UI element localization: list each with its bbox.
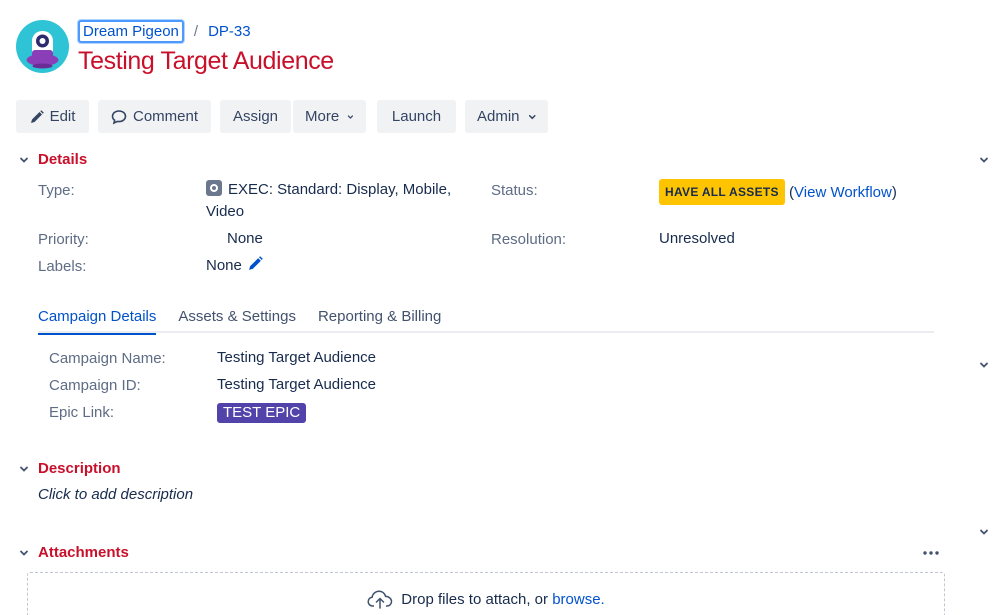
attachments-section-title: Attachments: [38, 544, 129, 561]
cloud-upload-icon: [367, 590, 393, 609]
labels-value[interactable]: None: [206, 255, 263, 277]
tab-reporting-billing[interactable]: Reporting & Billing: [318, 304, 441, 333]
comment-button[interactable]: Comment: [98, 100, 211, 133]
admin-button-label: Admin: [477, 108, 520, 125]
launch-button[interactable]: Launch: [377, 100, 456, 133]
epic-link-lozenge[interactable]: TEST EPIC: [217, 403, 307, 423]
breadcrumb-separator: /: [193, 23, 199, 40]
chevron-down-icon: [528, 114, 536, 119]
campaign-name-label: Campaign Name:: [49, 350, 166, 367]
view-workflow-link[interactable]: View Workflow: [794, 184, 892, 201]
type-value: EXEC: Standard: Display, Mobile, Video: [206, 179, 476, 223]
edit-pencil-icon[interactable]: [248, 256, 263, 271]
pigeon-avatar-icon: [16, 20, 69, 73]
epic-link-value: TEST EPIC: [217, 402, 307, 424]
dropzone-period: .: [600, 590, 605, 608]
edit-button[interactable]: Edit: [16, 100, 89, 133]
campaign-tabs: Campaign Details Assets & Settings Repor…: [38, 304, 934, 335]
tab-assets-settings[interactable]: Assets & Settings: [178, 304, 296, 333]
launch-button-label: Launch: [391, 108, 442, 125]
admin-button[interactable]: Admin: [465, 100, 548, 133]
priority-label: Priority:: [38, 231, 89, 248]
browse-link[interactable]: browse: [552, 591, 600, 608]
description-section-header[interactable]: Description: [16, 460, 121, 477]
attachment-dropzone[interactable]: Drop files to attach, or browse.: [27, 572, 945, 615]
campaign-id-label: Campaign ID:: [49, 377, 141, 394]
more-options-icon[interactable]: [922, 544, 940, 562]
details-section-header[interactable]: Details: [16, 151, 87, 168]
collapse-chevron-icon[interactable]: [16, 461, 32, 477]
dropzone-text: Drop files to attach, or: [401, 590, 553, 608]
labels-label: Labels:: [38, 258, 87, 275]
details-section-title: Details: [38, 151, 88, 168]
collapse-chevron-icon[interactable]: [16, 545, 32, 561]
collapse-chevron-icon[interactable]: [16, 152, 32, 168]
attachments-section-header[interactable]: Attachments: [16, 544, 129, 561]
status-label: Status:: [491, 182, 538, 199]
assign-button[interactable]: Assign: [220, 100, 291, 133]
status-value: HAVE ALL ASSETS (View Workflow): [659, 179, 897, 205]
breadcrumb-project-link[interactable]: Dream Pigeon: [78, 20, 184, 43]
details-options-chevron-icon[interactable]: [976, 152, 992, 168]
issue-type-icon: [206, 180, 222, 196]
more-button[interactable]: More: [293, 100, 366, 133]
resolution-value: Unresolved: [659, 230, 735, 247]
breadcrumb-issue-key-link[interactable]: DP-33: [208, 23, 251, 40]
comment-button-label: Comment: [132, 108, 199, 125]
issue-title[interactable]: Testing Target Audience: [78, 47, 334, 76]
campaign-name-value: Testing Target Audience: [217, 349, 377, 366]
more-button-label: More: [305, 108, 340, 125]
assign-button-label: Assign: [232, 108, 279, 125]
priority-value-text: None: [227, 230, 263, 247]
type-value-line1: EXEC: Standard: Display, Mobile,: [228, 181, 452, 198]
tab-campaign-details[interactable]: Campaign Details: [38, 304, 157, 335]
description-placeholder[interactable]: Click to add description: [38, 486, 193, 503]
comment-icon: [111, 109, 127, 124]
issue-toolbar: Edit Comment Assign More Launch Admin: [16, 100, 548, 133]
type-value-line2: Video: [206, 203, 245, 220]
status-paren-close: ): [891, 184, 897, 201]
type-label: Type:: [38, 182, 75, 199]
priority-value[interactable]: None: [206, 228, 263, 250]
project-avatar[interactable]: [16, 20, 69, 73]
resolution-label: Resolution:: [491, 231, 567, 248]
campaign-id-value: Testing Target Audience: [217, 376, 377, 393]
chevron-down-icon: [347, 114, 354, 119]
pencil-icon: [30, 109, 44, 123]
tab-panel-options-chevron-icon[interactable]: [976, 357, 992, 373]
attachments-options-chevron-icon[interactable]: [976, 524, 992, 540]
description-section-title: Description: [38, 460, 121, 477]
status-lozenge[interactable]: HAVE ALL ASSETS: [659, 179, 785, 205]
epic-link-label: Epic Link:: [49, 404, 115, 421]
edit-button-label: Edit: [49, 108, 76, 125]
breadcrumb: Dream Pigeon / DP-33: [78, 20, 251, 43]
labels-value-text: None: [206, 257, 242, 274]
dropzone-content: Drop files to attach, or browse.: [28, 589, 944, 609]
